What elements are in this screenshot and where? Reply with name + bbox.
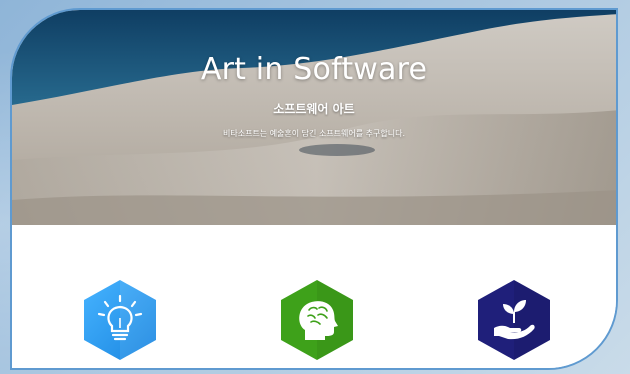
hero-text-overlay: Art in Software 소프트웨어 아트 비타소프트는 예술혼이 담긴 … bbox=[12, 10, 616, 225]
content-card: Art in Software 소프트웨어 아트 비타소프트는 예술혼이 담긴 … bbox=[10, 8, 618, 370]
feature-plant[interactable] bbox=[472, 278, 556, 362]
hand-plant-icon bbox=[478, 280, 550, 360]
feature-brain[interactable] bbox=[275, 278, 359, 362]
brain-head-icon bbox=[281, 280, 353, 360]
feature-icons-row bbox=[12, 225, 616, 368]
hero-banner: Art in Software 소프트웨어 아트 비타소프트는 예술혼이 담긴 … bbox=[12, 10, 616, 225]
feature-lightbulb[interactable] bbox=[78, 278, 162, 362]
hero-subtitle: 소프트웨어 아트 bbox=[273, 102, 355, 116]
hero-title: Art in Software bbox=[200, 52, 428, 87]
page-background: Art in Software 소프트웨어 아트 비타소프트는 예술혼이 담긴 … bbox=[0, 0, 630, 374]
lightbulb-icon bbox=[84, 280, 156, 360]
hero-description: 비타소프트는 예술혼이 담긴 소프트웨어를 추구합니다. bbox=[223, 129, 405, 138]
